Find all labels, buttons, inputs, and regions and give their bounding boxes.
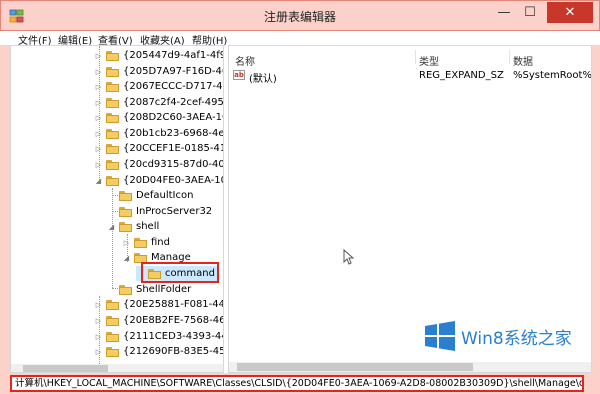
column-header-type[interactable]: 类型 — [419, 53, 439, 68]
mouse-cursor-icon — [343, 249, 355, 265]
folder-open-icon — [119, 221, 132, 232]
folder-icon — [119, 284, 132, 295]
tree-item[interactable]: ▷ {2067ECCC-D717-4b — [94, 79, 224, 94]
tree-line — [112, 188, 113, 288]
tree-item[interactable]: ◢ shell — [107, 219, 159, 234]
folder-icon — [106, 81, 119, 92]
folder-icon — [106, 159, 119, 170]
expand-arrow-icon[interactable]: ▷ — [94, 333, 103, 341]
tree-item-label: {212690FB-83E5-452 — [123, 346, 224, 357]
maximize-button[interactable]: ☐ — [517, 2, 543, 23]
tree-item[interactable]: ◢ {20D04FE0-3AEA-10 — [94, 173, 224, 188]
expand-arrow-icon[interactable]: ▷ — [94, 317, 103, 325]
tree-item[interactable]: ▷ {20b1cb23-6968-4el — [94, 126, 224, 141]
folder-icon — [106, 128, 119, 139]
folder-icon — [106, 66, 119, 77]
folder-icon — [106, 112, 119, 123]
string-value-icon: ab — [233, 70, 245, 80]
folder-icon — [106, 97, 119, 108]
folder-icon — [134, 237, 147, 248]
tree-item-label: DefaultIcon — [136, 190, 194, 201]
tree-item[interactable]: ▷ {205447d9-4af1-4f97 — [94, 48, 224, 63]
watermark-text: Win8系统之家 — [461, 328, 572, 349]
folder-open-icon — [134, 252, 147, 263]
expand-arrow-icon[interactable]: ▷ — [94, 145, 103, 153]
tree-item[interactable]: ▷ {205D7A97-F16D-46 — [94, 64, 224, 79]
tree-item[interactable]: ▷ {20cd9315-87d0-40l — [94, 157, 224, 172]
tree-item[interactable]: ▷ {208D2C60-3AEA-10 — [94, 110, 224, 125]
value-data: %SystemRoot%\sy — [513, 70, 592, 81]
tree-item-label: {208D2C60-3AEA-10 — [123, 112, 224, 123]
value-type: REG_EXPAND_SZ — [419, 70, 504, 81]
expand-arrow-icon[interactable]: ▷ — [94, 301, 103, 309]
tree-item-label: {20CCEF1E-0185-41a — [123, 143, 224, 154]
tree-item[interactable]: ShellFolder — [107, 282, 191, 297]
value-name[interactable]: (默认) — [249, 70, 277, 85]
tree-item-label: find — [151, 237, 170, 248]
collapse-arrow-icon[interactable]: ◢ — [94, 177, 103, 185]
tree-item-label: {20E8B2FE-7568-46 — [123, 315, 224, 326]
values-horizontal-scrollbar[interactable] — [229, 362, 591, 372]
tree-item[interactable]: ▷ {2111CED3-4393-44 — [94, 329, 224, 344]
expand-arrow-icon[interactable]: ▷ — [122, 239, 131, 247]
folder-icon — [106, 50, 119, 61]
column-header-data[interactable]: 数据 — [513, 53, 533, 68]
tree-item-label: shell — [136, 221, 160, 232]
column-divider[interactable] — [415, 50, 416, 64]
folder-icon — [106, 331, 119, 342]
watermark: Win8系统之家 — [424, 316, 594, 356]
expand-arrow-icon[interactable]: ▷ — [94, 114, 103, 122]
folder-open-icon — [106, 175, 119, 186]
tree-item-label: {2087c2f4-2cef-4953 — [123, 97, 224, 108]
registry-tree-pane[interactable]: ▷ {205447d9-4af1-4f97 ▷ {205D7A97-F16D-46 … — [10, 45, 224, 373]
status-bar: 计算机\HKEY_LOCAL_MACHINE\SOFTWARE\Classes\… — [0, 373, 600, 394]
tree-item-label: {20b1cb23-6968-4el — [123, 128, 224, 139]
expand-arrow-icon[interactable]: ▷ — [94, 68, 103, 76]
tree-item-label: {20cd9315-87d0-40l — [123, 159, 224, 170]
expand-arrow-icon[interactable]: ▷ — [94, 83, 103, 91]
tree-item[interactable]: DefaultIcon — [107, 188, 193, 203]
tree-item[interactable]: ▷ {20CCEF1E-0185-41a — [94, 141, 224, 156]
registry-path: 计算机\HKEY_LOCAL_MACHINE\SOFTWARE\Classes\… — [10, 375, 584, 392]
folder-icon — [119, 190, 132, 201]
tree-item-label: {205447d9-4af1-4f97 — [123, 50, 224, 61]
tree-item[interactable]: ▷ {2087c2f4-2cef-4953 — [94, 95, 224, 110]
highlight-box — [141, 262, 219, 283]
windows-logo-icon — [425, 321, 455, 351]
scroll-thumb[interactable] — [237, 363, 473, 371]
column-header-name[interactable]: 名称 — [235, 53, 255, 68]
menu-bar: 文件(F) 编辑(E) 查看(V) 收藏夹(A) 帮助(H) — [0, 31, 600, 47]
tree-item[interactable]: ▷ {20E25881-F081-448 — [94, 297, 224, 312]
expand-arrow-icon[interactable]: ▷ — [94, 99, 103, 107]
tree-item[interactable]: ▷ {20E8B2FE-7568-46 — [94, 313, 224, 328]
tree-item[interactable]: InProcServer32 — [107, 204, 212, 219]
tree-item[interactable]: ▷ {212690FB-83E5-452 — [94, 344, 224, 359]
minimize-button[interactable]: — — [491, 2, 517, 23]
collapse-arrow-icon[interactable]: ◢ — [107, 223, 116, 231]
window-frame-left — [0, 45, 10, 379]
collapse-arrow-icon[interactable]: ◢ — [122, 254, 131, 262]
tree-item-label: {20E25881-F081-448 — [123, 299, 224, 310]
tree-item-label: {2111CED3-4393-44 — [123, 331, 224, 342]
folder-icon — [106, 346, 119, 357]
folder-icon — [119, 206, 132, 217]
expand-arrow-icon[interactable]: ▷ — [94, 161, 103, 169]
expand-arrow-icon[interactable]: ▷ — [94, 348, 103, 356]
title-bar: 注册表编辑器 — ☐ ✕ — [0, 0, 600, 31]
folder-icon — [106, 315, 119, 326]
tree-item[interactable]: ▷ find — [122, 235, 170, 250]
tree-item-label: {205D7A97-F16D-46 — [123, 66, 224, 77]
scroll-thumb[interactable] — [23, 365, 108, 372]
tree-item-label: ShellFolder — [136, 284, 192, 295]
tree-item-label: {2067ECCC-D717-4b — [123, 81, 224, 92]
tree-item-label: {20D04FE0-3AEA-10 — [123, 175, 224, 186]
expand-arrow-icon[interactable]: ▷ — [94, 52, 103, 60]
tree-horizontal-scrollbar[interactable] — [11, 364, 223, 372]
folder-icon — [106, 299, 119, 310]
close-button[interactable]: ✕ — [547, 2, 593, 23]
folder-icon — [106, 143, 119, 154]
column-divider[interactable] — [509, 50, 510, 64]
expand-arrow-icon[interactable]: ▷ — [94, 130, 103, 138]
tree-item-label: InProcServer32 — [136, 206, 213, 217]
